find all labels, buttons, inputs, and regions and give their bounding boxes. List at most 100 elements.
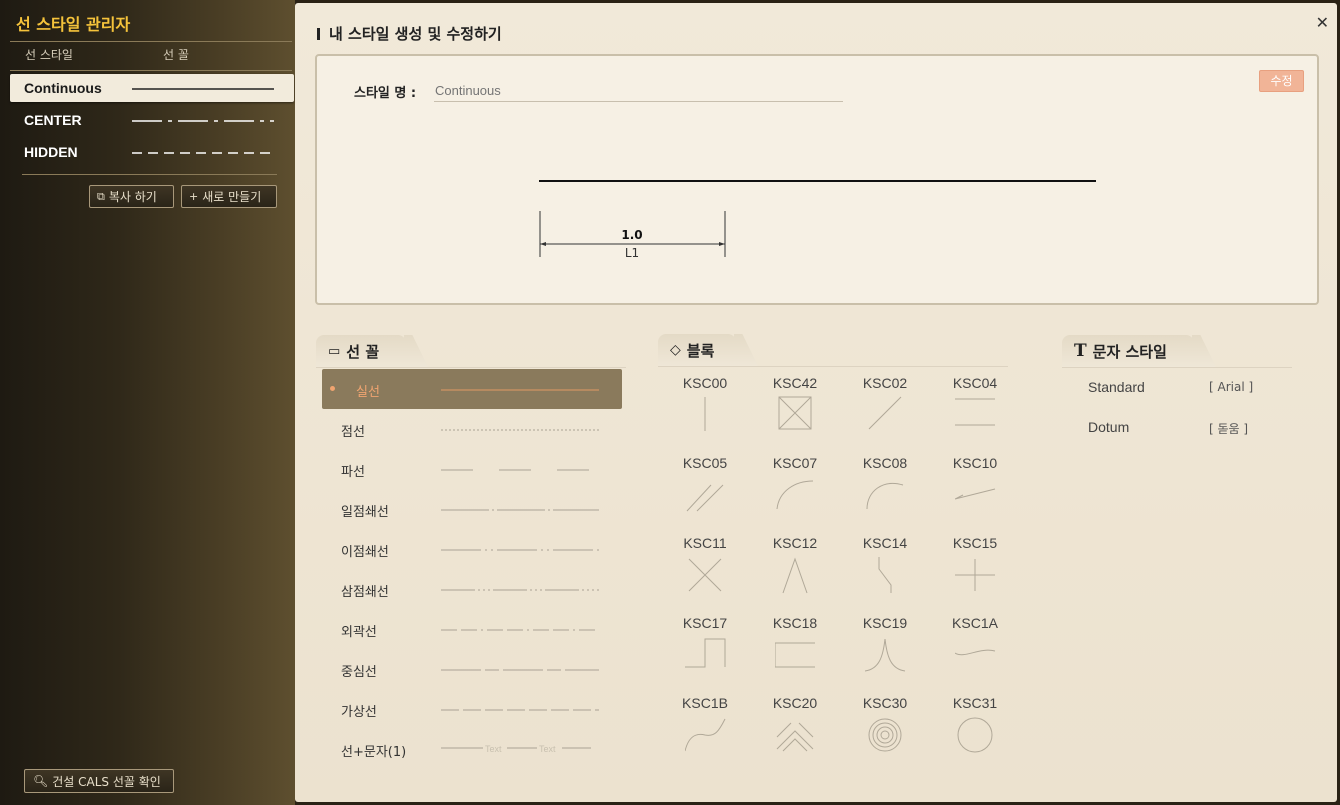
block-item[interactable]: KSC00 <box>665 375 745 455</box>
linetype-name: 실선 <box>356 385 380 400</box>
tab-blocks[interactable]: ◇ 블록 <box>658 334 736 366</box>
linetype-preview <box>441 429 599 431</box>
divider <box>658 366 1008 367</box>
linetype-preview <box>441 589 599 591</box>
block-item[interactable]: KSC17 <box>665 615 745 695</box>
text-icon: T <box>1074 341 1087 361</box>
block-item[interactable]: KSC19 <box>845 615 925 695</box>
block-icon <box>957 717 993 753</box>
block-item[interactable]: KSC15 <box>935 535 1015 615</box>
block-icon <box>868 718 902 752</box>
linetype-row[interactable]: 실선 <box>322 369 622 409</box>
style-name: CENTER <box>24 112 82 128</box>
linetype-name: 중심선 <box>341 665 377 680</box>
tab-textstyles[interactable]: T 문자 스타일 <box>1062 335 1194 367</box>
copy-icon: ⧉ <box>97 189 105 203</box>
textstyle-name: Dotum <box>1088 419 1130 435</box>
block-name: KSC11 <box>683 535 727 551</box>
tab-label: 선 꼴 <box>346 342 380 361</box>
style-name-input[interactable] <box>434 80 843 102</box>
text-sample: Text <box>539 744 556 754</box>
block-name: KSC05 <box>682 455 728 471</box>
block-name: KSC42 <box>772 375 818 391</box>
linetype-name: 점선 <box>341 425 365 440</box>
tab-label: 문자 스타일 <box>1092 342 1167 361</box>
linetype-row[interactable]: 중심선 <box>322 649 622 689</box>
linetype-row[interactable]: 외곽선 <box>322 609 622 649</box>
block-icon <box>778 396 812 430</box>
linetype-row[interactable]: 이점쇄선 <box>322 529 622 569</box>
linetype-row[interactable]: 가상선 <box>322 689 622 729</box>
block-item[interactable]: KSC18 <box>755 615 835 695</box>
block-item[interactable]: KSC02 <box>845 375 925 455</box>
block-name: KSC15 <box>952 535 998 551</box>
linetype-row[interactable]: 점선 <box>322 409 622 449</box>
linetype-row[interactable]: 일점쇄선 <box>322 489 622 529</box>
style-row-hidden[interactable]: HIDDEN <box>10 138 294 166</box>
block-item[interactable]: KSC31 <box>935 695 1015 775</box>
linetype-row[interactable]: 선+문자(1) Text Text <box>322 729 622 769</box>
linetype-name: 선+문자(1) <box>341 745 407 760</box>
linetype-preview <box>441 669 599 671</box>
linetype-preview <box>441 469 599 471</box>
diamond-icon: ◇ <box>670 342 681 358</box>
linetype-preview <box>441 549 599 551</box>
linetype-preview <box>441 629 599 631</box>
linetype-name: 외곽선 <box>341 625 377 640</box>
linetype-row[interactable]: 삼점쇄선 <box>322 569 622 609</box>
block-item[interactable]: KSC12 <box>755 535 835 615</box>
block-name: KSC07 <box>772 455 818 471</box>
close-icon[interactable]: ✕ <box>1316 13 1329 32</box>
block-item[interactable]: KSC08 <box>845 455 925 535</box>
line-preview-hidden <box>132 152 274 154</box>
linetype-name: 가상선 <box>341 705 377 720</box>
block-item[interactable]: KSC10 <box>935 455 1015 535</box>
block-item[interactable]: KSC1A <box>935 615 1015 695</box>
block-name: KSC20 <box>772 695 818 711</box>
block-item[interactable]: KSC14 <box>845 535 925 615</box>
block-icon <box>866 483 904 510</box>
style-row-center[interactable]: CENTER <box>10 106 294 134</box>
linetype-row[interactable]: 파선 <box>322 449 622 489</box>
block-icon <box>704 397 706 431</box>
selected-dot <box>330 386 335 391</box>
block-name: KSC04 <box>952 375 998 391</box>
line-preview-continuous <box>132 88 274 90</box>
block-icon <box>776 722 814 752</box>
copy-button[interactable]: ⧉ 복사 하기 <box>89 185 174 208</box>
cals-check-button[interactable]: 🔍︎ 건설 CALS 선꼴 확인 <box>24 769 174 793</box>
block-item[interactable]: KSC07 <box>755 455 835 535</box>
block-icon <box>775 642 815 668</box>
style-editor: 스타일 명 : 수정 1.0 L1 <box>315 54 1319 305</box>
block-item[interactable]: KSC04 <box>935 375 1015 455</box>
new-style-button[interactable]: + 새로 만들기 <box>181 185 277 208</box>
edit-button[interactable]: 수정 <box>1259 70 1304 92</box>
linetype-icon: ▭ <box>328 343 341 359</box>
block-name: KSC19 <box>862 615 908 631</box>
block-item[interactable]: KSC20 <box>755 695 835 775</box>
linetype-preview <box>441 509 599 511</box>
linetype-name: 파선 <box>341 465 365 480</box>
tab-label: 블록 <box>686 341 715 360</box>
block-item[interactable]: KSC30 <box>845 695 925 775</box>
textstyle-row[interactable]: Standard [ Arial ] <box>1088 379 1298 399</box>
block-name: KSC00 <box>682 375 728 391</box>
block-item[interactable]: KSC1B <box>665 695 745 775</box>
block-name: KSC1B <box>682 695 728 711</box>
textstyle-name: Standard <box>1088 379 1145 395</box>
block-item[interactable]: KSC42 <box>755 375 835 455</box>
style-name: Continuous <box>24 80 102 96</box>
dimension-value: 1.0 <box>621 228 642 242</box>
textstyle-row[interactable]: Dotum [ 돋움 ] <box>1088 419 1298 439</box>
column-header-style: 선 스타일 <box>25 48 73 62</box>
divider <box>10 41 292 42</box>
textstyle-font: [ Arial ] <box>1209 380 1254 394</box>
block-item[interactable]: KSC11 <box>665 535 745 615</box>
block-item[interactable]: KSC05 <box>665 455 745 535</box>
style-name: HIDDEN <box>24 144 78 160</box>
style-row-continuous[interactable]: Continuous <box>10 74 294 102</box>
block-icon <box>782 557 808 594</box>
tab-linetypes[interactable]: ▭ 선 꼴 <box>316 335 406 367</box>
linetype-preview <box>441 389 599 391</box>
sidebar: 선 스타일 관리자 선 스타일 선 꼴 Continuous CENTER HI… <box>0 0 295 805</box>
